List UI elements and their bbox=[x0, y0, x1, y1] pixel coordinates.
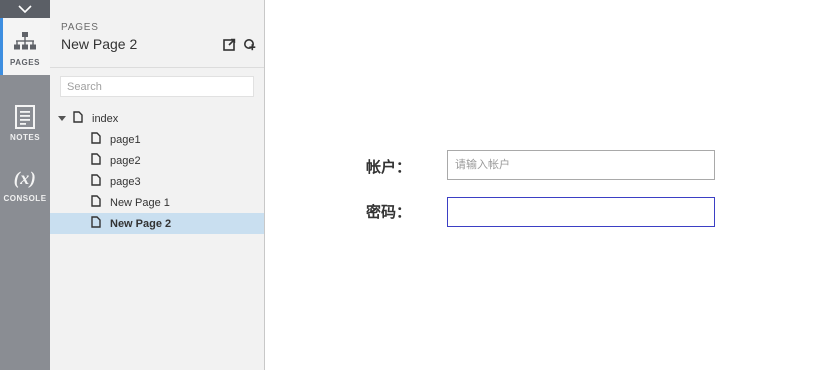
search-input[interactable] bbox=[60, 76, 254, 97]
tree-item-index[interactable]: index bbox=[50, 108, 264, 129]
tree-item-label: page2 bbox=[110, 154, 141, 167]
account-label: 帐户： bbox=[366, 159, 412, 176]
tree-item-page1[interactable]: page1 bbox=[50, 129, 264, 150]
rail-item-pages[interactable]: PAGES bbox=[0, 18, 50, 75]
add-page-icon[interactable] bbox=[223, 38, 236, 56]
collapse-toggle[interactable] bbox=[0, 0, 50, 18]
password-input[interactable] bbox=[447, 197, 715, 227]
tree-item-page3[interactable]: page3 bbox=[50, 171, 264, 192]
page-icon bbox=[91, 216, 101, 231]
account-input[interactable] bbox=[447, 150, 715, 180]
tree-item-page2[interactable]: page2 bbox=[50, 150, 264, 171]
page-tree: index page1 page2 page3 New Page 1 New P… bbox=[50, 108, 264, 234]
page-icon bbox=[91, 174, 101, 189]
tree-item-label: index bbox=[92, 112, 119, 125]
caret-down-icon[interactable] bbox=[58, 116, 66, 121]
rail-item-label: NOTES bbox=[9, 133, 41, 142]
rail-item-console[interactable]: (x) CONSOLE bbox=[0, 154, 50, 211]
sitemap-icon bbox=[13, 28, 37, 56]
tree-item-new-page-2[interactable]: New Page 2 bbox=[50, 213, 264, 234]
page-icon bbox=[91, 132, 101, 147]
chevron-down-icon bbox=[18, 0, 32, 18]
tree-item-label: New Page 2 bbox=[110, 217, 172, 230]
page-icon bbox=[91, 153, 101, 168]
panel-divider bbox=[50, 67, 264, 68]
rail-item-label: PAGES bbox=[10, 58, 40, 67]
panel-kicker: PAGES bbox=[61, 22, 99, 33]
page-icon bbox=[73, 111, 83, 126]
page-icon bbox=[91, 195, 101, 210]
variables-icon: (x) bbox=[13, 167, 37, 188]
notes-icon bbox=[15, 103, 35, 131]
left-rail: PAGES NOTES (x) CONSOLE bbox=[0, 0, 50, 370]
tree-item-label: page3 bbox=[110, 175, 141, 188]
password-label: 密码： bbox=[366, 204, 412, 221]
tree-item-new-page-1[interactable]: New Page 1 bbox=[50, 192, 264, 213]
rail-item-notes[interactable]: NOTES bbox=[0, 93, 50, 150]
tree-item-label: page1 bbox=[110, 133, 141, 146]
pages-panel: PAGES New Page 2 index bbox=[50, 0, 265, 370]
rail-item-label: CONSOLE bbox=[3, 194, 47, 203]
design-canvas: 帐户： 密码： bbox=[265, 0, 818, 370]
tree-item-label: New Page 1 bbox=[110, 196, 170, 209]
add-folder-icon[interactable] bbox=[243, 38, 256, 56]
